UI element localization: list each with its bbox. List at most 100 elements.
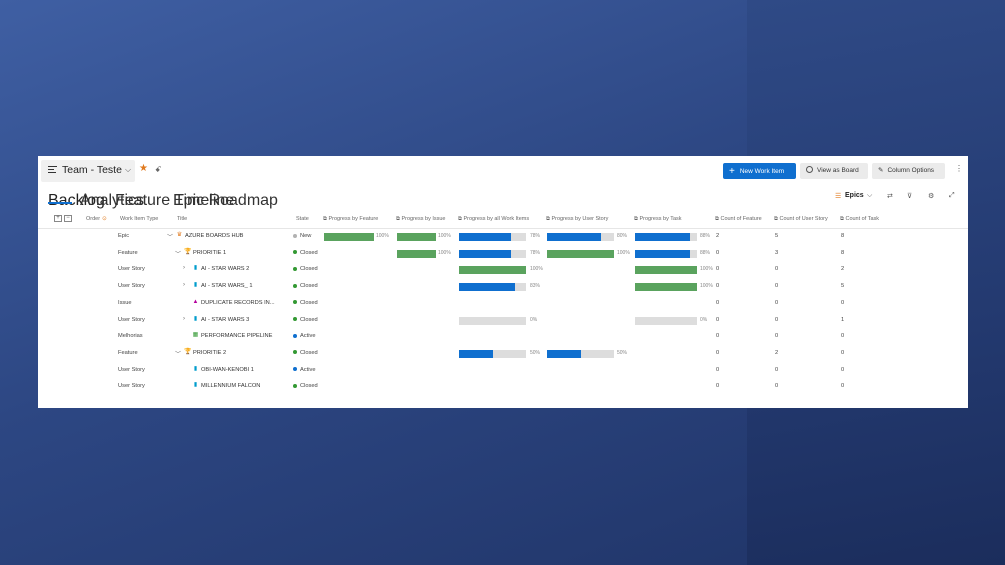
- hamburger-icon[interactable]: [48, 166, 57, 174]
- settings-icon[interactable]: ⚙: [928, 192, 934, 200]
- chevron-down-icon[interactable]: ﹀: [175, 349, 181, 358]
- progress-bar: [635, 233, 697, 241]
- chevron-down-icon[interactable]: ﹀: [167, 232, 173, 241]
- state-label: Closed: [300, 316, 318, 323]
- count-feature: 0: [716, 333, 720, 340]
- count-user-story: 5: [775, 233, 779, 239]
- work-item-title[interactable]: PRIORITIE 1: [193, 250, 226, 256]
- progress-bar: [459, 233, 526, 241]
- progress-percent: 88%: [700, 233, 711, 239]
- col-state[interactable]: State: [296, 216, 309, 222]
- progress-fill: [547, 349, 581, 358]
- table-row[interactable]: User Story ▮ MILLENNIUM FALCON Closed 0 0 0: [38, 379, 968, 395]
- book-icon: ▮: [193, 265, 198, 272]
- col-progress-feature-label: Progress by Feature: [328, 216, 379, 222]
- progress-fill: [635, 233, 690, 241]
- collapse-all-button[interactable]: −: [64, 215, 72, 222]
- work-item-title[interactable]: AI - STAR WARS 3: [201, 317, 249, 323]
- count-task: 8: [841, 249, 845, 256]
- count-task: 0: [841, 299, 845, 306]
- trophy-icon: 🏆: [184, 348, 192, 355]
- state-cell: Closed: [293, 266, 318, 272]
- state-label: Closed: [300, 349, 318, 356]
- book-icon: ▮: [193, 365, 198, 372]
- table-row[interactable]: Feature ﹀ 🏆 PRIORITIE 1 Closed 100% 78% 100% 88%…: [38, 246, 968, 262]
- col-count-feature[interactable]: ⧉ Count of Feature: [715, 216, 762, 223]
- chevron-down-icon[interactable]: ⌵: [125, 165, 131, 175]
- table-row[interactable]: User Story › ▮ AI - STAR WARS 2 Closed 100% 10…: [38, 262, 968, 278]
- new-work-item-button[interactable]: + New Work Item: [723, 163, 796, 179]
- progress-bar: [635, 283, 697, 292]
- state-cell: Closed: [293, 283, 318, 289]
- work-item-title[interactable]: AI - STAR WARS_ 1: [201, 283, 253, 289]
- work-item-title[interactable]: PERFORMANCE PIPELINE: [201, 333, 272, 339]
- progress-percent: 0%: [700, 316, 708, 323]
- chevron-right-icon[interactable]: ›: [183, 282, 185, 288]
- count-user-story: 0: [775, 333, 779, 340]
- col-progress-issue[interactable]: ⧉ Progress by Issue: [396, 216, 446, 223]
- progress-fill: [324, 233, 374, 241]
- table-row[interactable]: User Story › ▮ AI - STAR WARS_ 1 Closed 83% 10…: [38, 279, 968, 295]
- progress-bar: [635, 249, 697, 258]
- count-task: 5: [841, 283, 845, 290]
- col-count-story[interactable]: ⧉ Count of User Story: [774, 216, 828, 223]
- work-item-title[interactable]: OBI-WAN-KENOBI 1: [201, 367, 254, 373]
- team-members-icon[interactable]: ꗃ: [155, 165, 161, 175]
- view-as-board-label: View as Board: [817, 167, 859, 174]
- progress-percent: 78%: [530, 249, 541, 256]
- chevron-right-icon[interactable]: ›: [183, 316, 185, 322]
- epics-chevron-icon: ⌵: [867, 192, 873, 199]
- sort-icon[interactable]: ⇄: [887, 192, 893, 200]
- work-item-title[interactable]: DUPLICATE RECORDS IN...: [201, 300, 275, 306]
- state-cell: New: [293, 233, 311, 239]
- progress-fill: [547, 233, 601, 241]
- count-user-story: 2: [775, 349, 779, 356]
- col-progress-story[interactable]: ⧉ Progress by User Story: [546, 216, 608, 223]
- count-task: 2: [841, 266, 845, 273]
- progress-percent: 100%: [700, 283, 713, 290]
- team-selector[interactable]: Team - Teste ⌵: [41, 160, 135, 182]
- count-user-story: 0: [775, 383, 779, 390]
- progress-bar: [459, 316, 526, 325]
- fullscreen-icon[interactable]: ⤢: [949, 192, 955, 200]
- col-order[interactable]: Order ⊙: [86, 216, 107, 222]
- more-options-icon[interactable]: ⋮: [955, 164, 963, 173]
- table-row[interactable]: User Story ▮ OBI-WAN-KENOBI 1 Active 0 0 0: [38, 363, 968, 379]
- work-item-type: Feature: [118, 349, 138, 356]
- col-progress-all[interactable]: ⧉ Progress by all Work Items: [458, 216, 529, 223]
- progress-percent: 100%: [438, 249, 451, 256]
- chevron-down-icon[interactable]: ﹀: [175, 249, 181, 258]
- col-progress-feature[interactable]: ⧉ Progress by Feature: [323, 216, 378, 223]
- star-icon[interactable]: ★: [139, 164, 148, 174]
- chevron-right-icon[interactable]: ›: [183, 265, 185, 271]
- col-order-label: Order: [86, 216, 101, 222]
- filter-icon[interactable]: ⊽: [907, 192, 912, 200]
- progress-fill: [547, 249, 614, 258]
- col-count-feature-label: Count of Feature: [720, 216, 762, 222]
- column-options-button[interactable]: ✎ Column Options: [872, 163, 945, 179]
- table-row[interactable]: Feature ﹀ 🏆 PRIORITIE 2 Closed 50% 50% 0 2 0: [38, 346, 968, 362]
- work-item-title[interactable]: AI - STAR WARS 2: [201, 266, 249, 272]
- work-item-title[interactable]: AZURE BOARDS HUB: [185, 233, 243, 239]
- col-title[interactable]: Title: [177, 216, 187, 222]
- table-row[interactable]: Epic ﹀ ♛ AZURE BOARDS HUB New 100% 100% 78% 80% 8…: [38, 229, 968, 245]
- col-count-task[interactable]: ⧉ Count of Task: [840, 216, 879, 223]
- count-task: 8: [841, 233, 845, 239]
- crown-icon: ♛: [176, 232, 183, 238]
- col-work-item-type[interactable]: Work Item Type: [120, 216, 158, 222]
- view-as-board-button[interactable]: View as Board: [800, 163, 868, 179]
- tab-epic-roadmap[interactable]: Epic Roadmap: [173, 192, 278, 210]
- col-count-task-label: Count of Task: [845, 216, 879, 222]
- col-progress-task[interactable]: ⧉ Progress by Task: [634, 216, 682, 223]
- work-item-title[interactable]: MILLENNIUM FALCON: [201, 383, 260, 389]
- state-cell: Closed: [293, 350, 318, 356]
- table-row[interactable]: Melhorias ▦ PERFORMANCE PIPELINE Active 0 0 0: [38, 329, 968, 345]
- expand-all-button[interactable]: +: [54, 215, 62, 222]
- table-row[interactable]: Issue ▲ DUPLICATE RECORDS IN... Closed 0 0 0: [38, 296, 968, 312]
- work-item-type: User Story: [118, 383, 145, 390]
- col-progress-story-label: Progress by User Story: [551, 216, 609, 222]
- work-item-type: User Story: [118, 266, 145, 273]
- table-row[interactable]: User Story › ▮ AI - STAR WARS 3 Closed 0% 0% 0 0…: [38, 313, 968, 329]
- work-item-title[interactable]: PRIORITIE 2: [193, 350, 226, 356]
- state-label: Closed: [300, 383, 318, 390]
